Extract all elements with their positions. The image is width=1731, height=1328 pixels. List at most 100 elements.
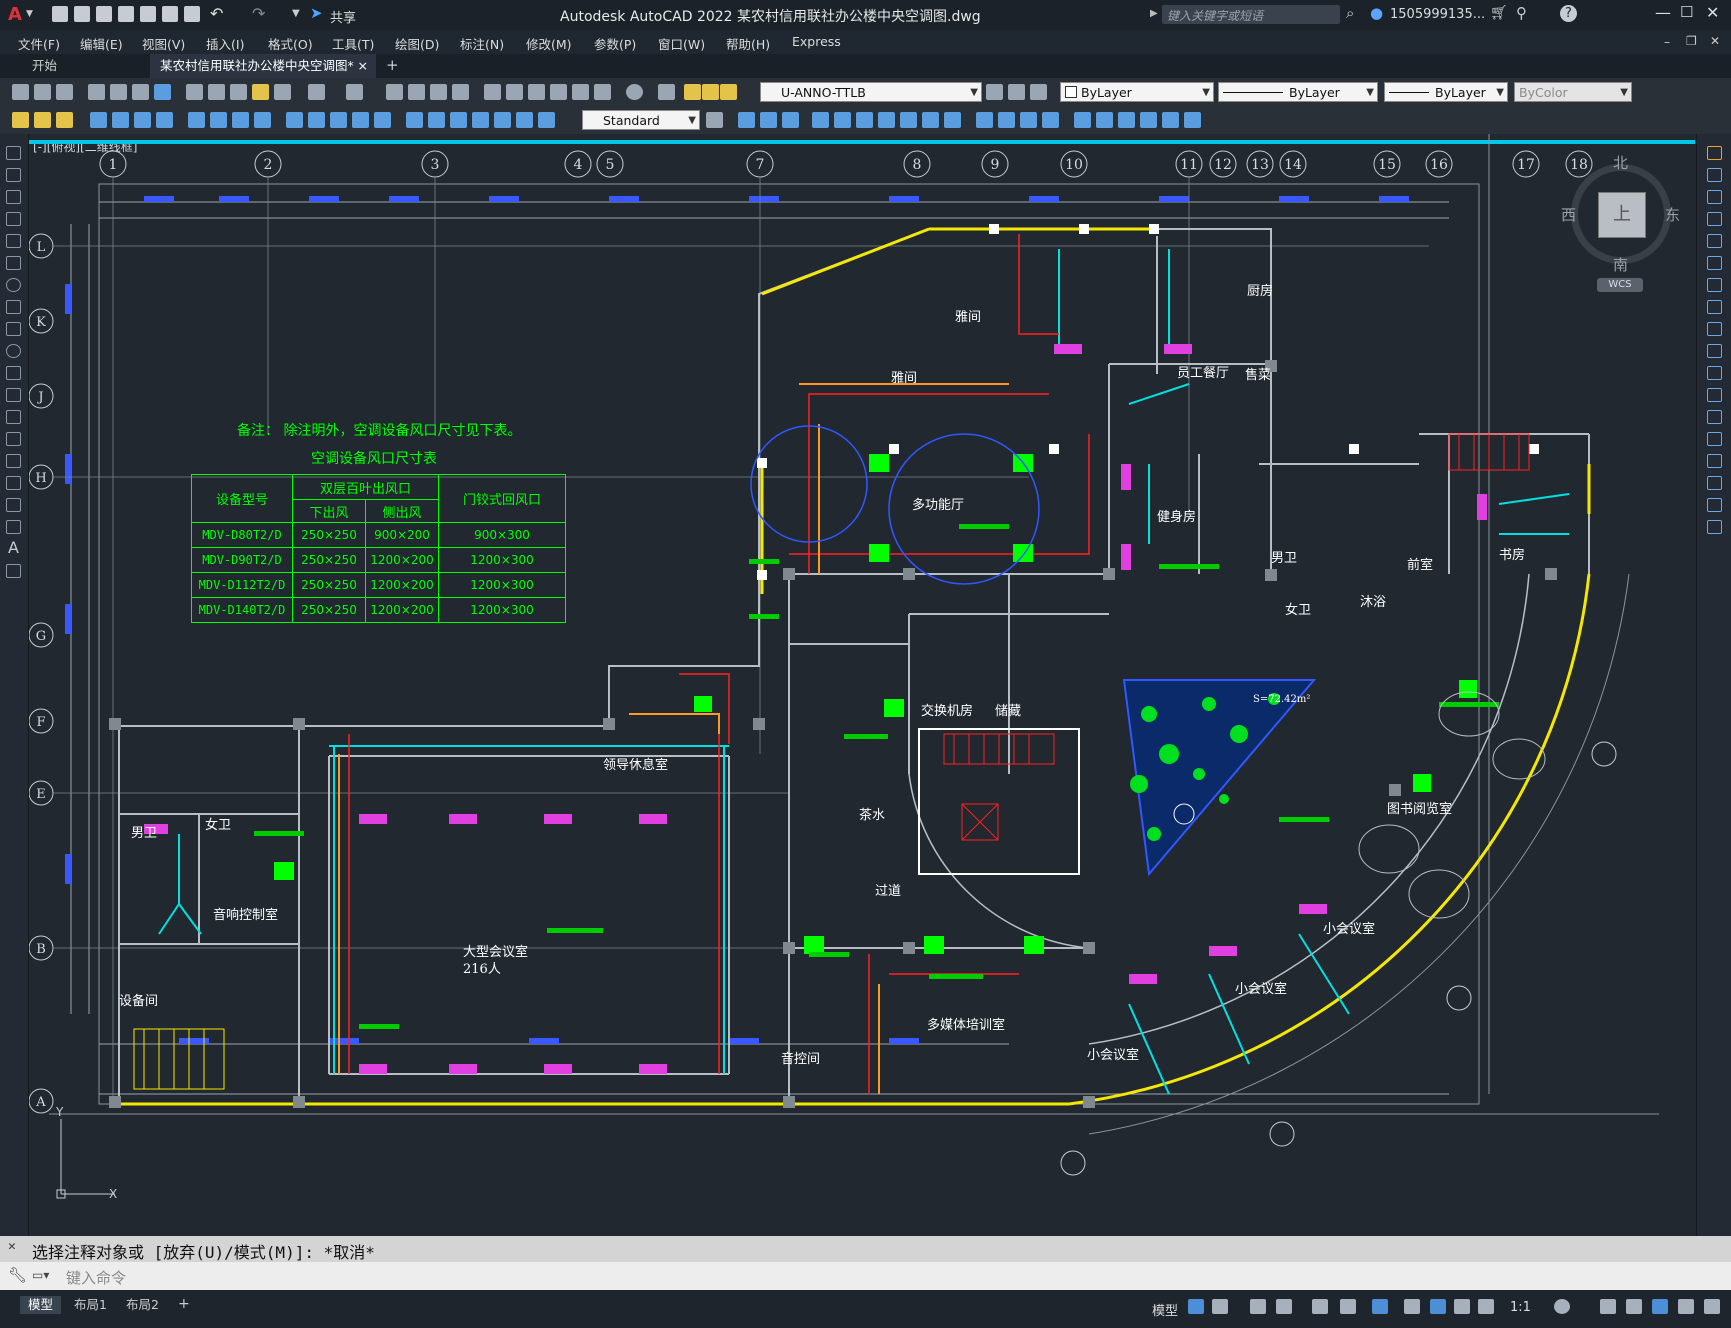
menu-format[interactable]: 格式(O) (268, 34, 313, 53)
tb-trim-icon[interactable] (922, 112, 939, 128)
tb-properties-icon[interactable] (484, 84, 501, 100)
minimize-icon[interactable]: — (1655, 3, 1671, 22)
tb-block-icon[interactable] (274, 84, 291, 100)
tb-new-icon[interactable] (12, 84, 29, 100)
tb-break-icon[interactable] (374, 112, 391, 128)
extend-tool-icon[interactable] (1707, 366, 1722, 380)
doc-restore-icon[interactable]: ❐ (1686, 34, 1697, 48)
menu-draw[interactable]: 绘图(D) (395, 34, 439, 53)
menu-help[interactable]: 帮助(H) (726, 34, 770, 53)
ellipse-tool-icon[interactable] (6, 344, 21, 358)
compass-west[interactable]: 西 (1561, 204, 1576, 225)
offset-tool-icon[interactable] (1707, 212, 1722, 226)
cart-icon[interactable]: 🛒︎ (1490, 5, 1508, 21)
viewcube-top-face[interactable]: 上 (1598, 192, 1646, 238)
region-tool-icon[interactable] (6, 498, 21, 512)
clean-screen-icon[interactable] (1678, 1299, 1694, 1314)
tb-zoom-window-icon[interactable] (430, 84, 447, 100)
tb-cut-icon[interactable] (186, 84, 203, 100)
close-icon[interactable]: ✕ (1706, 3, 1719, 22)
add-selected-icon[interactable] (6, 564, 21, 578)
share-icon[interactable]: ➤ (310, 4, 323, 22)
menu-window[interactable]: 窗口(W) (658, 34, 705, 53)
menu-view[interactable]: 视图(V) (142, 34, 185, 53)
undo-icon[interactable]: ↶ (210, 4, 223, 23)
qat-dropdown-icon[interactable]: ▼ (292, 8, 300, 19)
auto-scale-icon[interactable] (1454, 1299, 1470, 1314)
open-web-icon[interactable] (140, 6, 156, 22)
tb-hatch-back-icon[interactable] (1184, 112, 1201, 128)
erase-tool-icon[interactable] (1707, 146, 1722, 160)
plot-icon[interactable] (184, 6, 200, 22)
tab-start[interactable]: 开始 (22, 54, 150, 78)
tb-layer-previous-icon[interactable] (1008, 84, 1025, 100)
rotate-tool-icon[interactable] (1707, 278, 1722, 292)
tb-layer-manager-icon[interactable] (658, 84, 675, 100)
tb-send-back-icon[interactable] (1140, 112, 1157, 128)
color-dropdown[interactable]: ByLayer ▼ (1060, 82, 1214, 102)
linetype-dropdown[interactable]: ByLayer ▼ (1218, 82, 1378, 102)
isodraft-icon[interactable] (1312, 1299, 1328, 1314)
tb-dim-update-icon[interactable] (538, 112, 555, 128)
tb-bring-front-icon[interactable] (1118, 112, 1135, 128)
move-tool-icon[interactable] (1707, 256, 1722, 270)
drawing-canvas[interactable]: [-][俯视][二维线框] 1 2 3 4 5 7 8 9 10 11 12 1… (29, 134, 1695, 1236)
point-tool-icon[interactable] (6, 432, 21, 446)
menu-insert[interactable]: 插入(I) (206, 34, 244, 53)
tb-text-front-icon[interactable] (1162, 112, 1179, 128)
polygon-tool-icon[interactable] (6, 212, 21, 226)
tb-plot-icon[interactable] (88, 84, 105, 100)
tb-extend-icon[interactable] (944, 112, 961, 128)
recent-commands-icon[interactable]: ▭▾ (32, 1268, 49, 1282)
maximize-icon[interactable]: ☐ (1680, 3, 1693, 21)
tb-space-icon[interactable] (352, 112, 369, 128)
workspace-gear-icon[interactable] (1554, 1299, 1570, 1314)
tb-help-icon[interactable] (626, 84, 643, 100)
tb-scale-icon[interactable] (878, 112, 895, 128)
tb-make-current-icon[interactable] (986, 84, 1003, 100)
annotation-visibility-icon[interactable] (1430, 1299, 1446, 1314)
compass-south[interactable]: 南 (1613, 254, 1628, 275)
tb-dim-edit-icon[interactable] (494, 112, 511, 128)
snap-icon[interactable] (1212, 1299, 1228, 1314)
lineweight-icon[interactable] (1404, 1299, 1420, 1314)
command-line[interactable]: 🔧︎ ▭▾ 键入命令 (0, 1262, 1731, 1290)
tb-copy-obj-icon[interactable] (738, 112, 755, 128)
tb-stretch-icon[interactable] (900, 112, 917, 128)
customize-icon[interactable]: 🔧︎ (8, 1266, 27, 1284)
tb-baseline-icon[interactable] (308, 112, 325, 128)
tb-array-icon[interactable] (812, 112, 829, 128)
new-tab-icon[interactable]: + (386, 56, 399, 74)
layer-lock-icon[interactable] (720, 84, 737, 100)
arc-tool-icon[interactable] (6, 256, 21, 270)
tb-open-icon[interactable] (34, 84, 51, 100)
tb-paste-icon[interactable] (230, 84, 247, 100)
tb-3d-print-icon[interactable] (154, 84, 171, 100)
tb-tool-palettes-icon[interactable] (528, 84, 545, 100)
hatch-tool-icon[interactable] (6, 454, 21, 468)
make-block-icon[interactable] (6, 410, 21, 424)
annotation-scale-value[interactable]: 1:1 (1510, 1300, 1531, 1315)
search-input[interactable]: 键入关键字或短语 (1162, 5, 1340, 24)
tab-close-icon[interactable]: × (358, 54, 368, 78)
tb-mirror-icon[interactable] (760, 112, 777, 128)
menu-parametric[interactable]: 参数(P) (594, 34, 636, 53)
revcloud-tool-icon[interactable] (6, 300, 21, 314)
menu-modify[interactable]: 修改(M) (526, 34, 572, 53)
explode-tool-icon[interactable] (1707, 520, 1722, 534)
units-icon[interactable] (1626, 1299, 1642, 1314)
tb-jogged-linear-icon[interactable] (472, 112, 489, 128)
tb-jogged-icon[interactable] (210, 112, 227, 128)
stretch-tool-icon[interactable] (1707, 322, 1722, 336)
break-point-tool-icon[interactable] (1707, 388, 1722, 402)
spline-tool-icon[interactable] (6, 322, 21, 336)
tb-arc-length-icon[interactable] (134, 112, 151, 128)
tb-dim-text-edit-icon[interactable] (516, 112, 533, 128)
menu-edit[interactable]: 编辑(E) (80, 34, 123, 53)
layer-freeze-icon[interactable] (702, 84, 719, 100)
tab-document[interactable]: 某农村信用联社办公楼中央空调图* × (150, 54, 376, 78)
annotation-monitor-icon[interactable] (1600, 1299, 1616, 1314)
scale-tool-icon[interactable] (1707, 300, 1722, 314)
doc-close-icon[interactable]: ✕ (1710, 34, 1720, 48)
tb-continue-icon[interactable] (330, 112, 347, 128)
